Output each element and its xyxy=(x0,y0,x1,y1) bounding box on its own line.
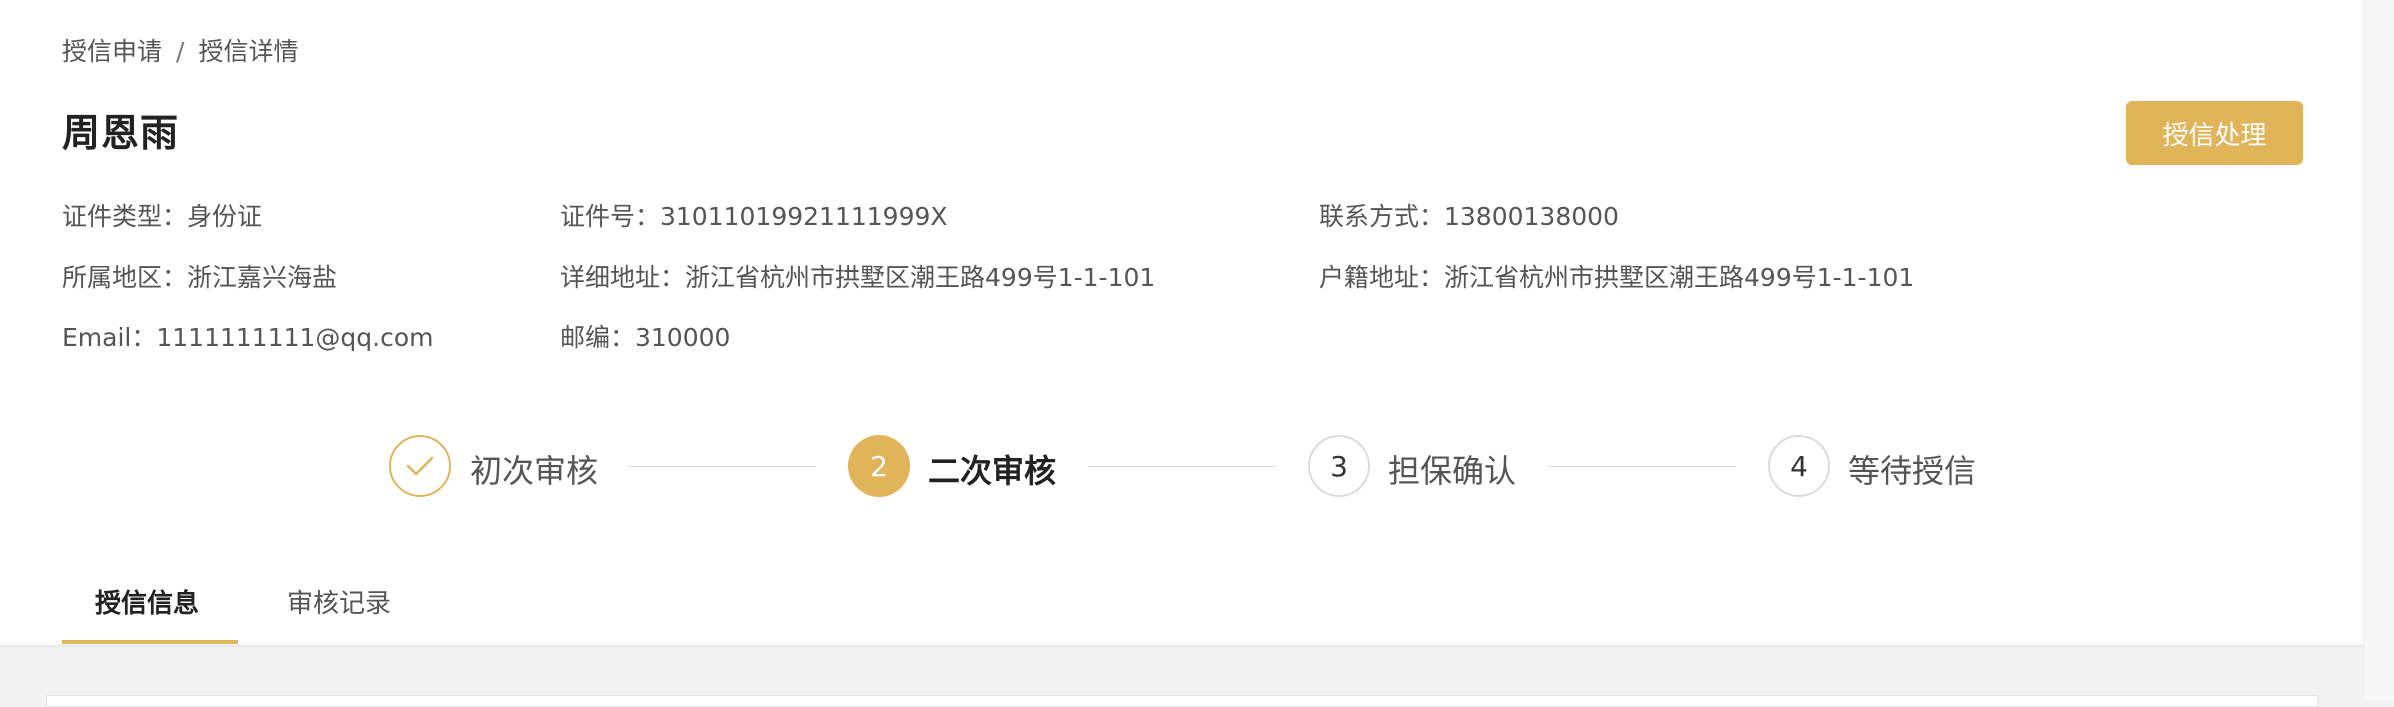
region-field: 所属地区：浙江嘉兴海盐 xyxy=(62,263,338,292)
step-2-label: 二次审核 xyxy=(928,452,1057,490)
step-1-label: 初次审核 xyxy=(470,452,599,490)
credit-process-button[interactable]: 授信处理 xyxy=(2126,101,2303,165)
breadcrumb-current: 授信详情 xyxy=(198,37,299,66)
id-number-field: 证件号：31011019921111999X xyxy=(560,202,948,231)
breadcrumb: 授信申请 / 授信详情 xyxy=(62,32,298,68)
content-panel xyxy=(46,695,2318,707)
step-4-label: 等待授信 xyxy=(1848,452,1977,490)
page-title: 周恩雨 xyxy=(62,111,180,155)
postcode-field: 邮编：310000 xyxy=(560,323,731,352)
step-connector xyxy=(1548,466,1736,467)
tab-review-records[interactable]: 审核记录 xyxy=(287,583,391,620)
email-field: Email：1111111111@qq.com xyxy=(62,323,434,352)
step-3-circle: 3 xyxy=(1308,435,1370,497)
household-address-field: 户籍地址：浙江省杭州市拱墅区潮王路499号1-1-101 xyxy=(1319,263,1915,292)
step-3-label: 担保确认 xyxy=(1388,452,1517,490)
tab-credit-info[interactable]: 授信信息 xyxy=(95,583,199,620)
breadcrumb-separator: / xyxy=(176,37,185,66)
step-connector xyxy=(1088,466,1276,467)
contact-field: 联系方式：13800138000 xyxy=(1319,202,1619,231)
address-field: 详细地址：浙江省杭州市拱墅区潮王路499号1-1-101 xyxy=(560,263,1156,292)
step-2-circle: 2 xyxy=(848,435,910,497)
step-1-circle xyxy=(389,435,451,497)
scrollbar-track[interactable] xyxy=(2363,0,2394,700)
active-tab-indicator xyxy=(62,640,238,644)
check-icon xyxy=(406,456,434,476)
step-4-circle: 4 xyxy=(1768,435,1830,497)
id-type-field: 证件类型：身份证 xyxy=(62,202,263,231)
detail-card: 授信申请 / 授信详情 周恩雨 授信处理 证件类型：身份证 证件号：31011019… xyxy=(0,0,2363,645)
breadcrumb-link-credit-application[interactable]: 授信申请 xyxy=(62,37,162,66)
step-connector xyxy=(628,466,816,467)
